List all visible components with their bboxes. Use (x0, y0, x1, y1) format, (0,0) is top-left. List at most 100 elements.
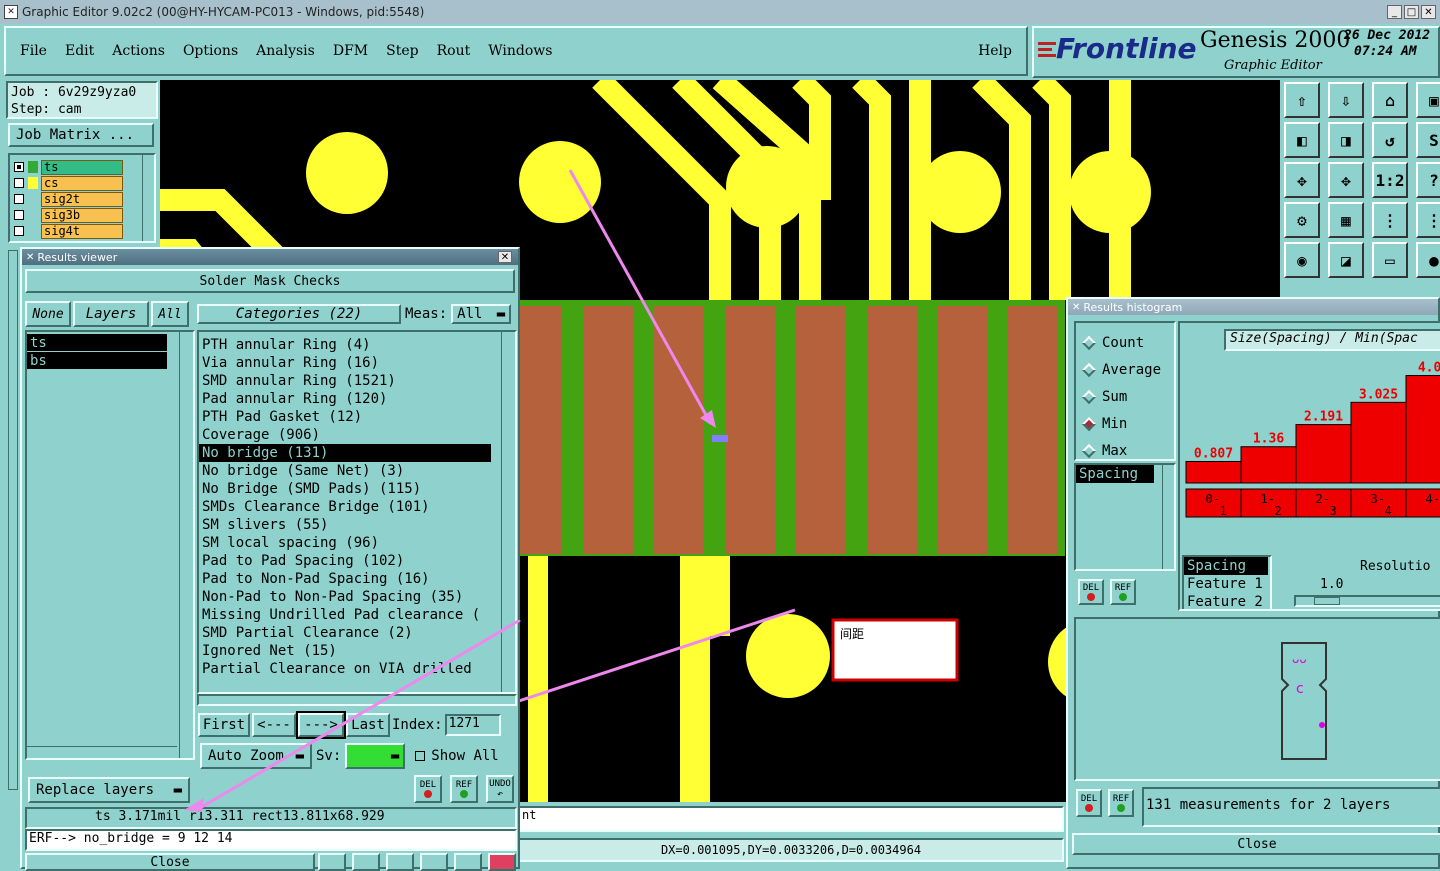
replace-layers-select[interactable]: Replace layers▬ (28, 777, 190, 803)
none-button[interactable]: None (25, 301, 71, 327)
redraw-icon[interactable]: S (1416, 122, 1440, 158)
legend-item[interactable]: Spacing (1184, 557, 1268, 575)
solder-mask-header[interactable]: Solder Mask Checks (25, 269, 515, 293)
radio-icon[interactable] (1082, 416, 1096, 430)
bottom-tool-6-icon[interactable] (488, 853, 516, 871)
radio-icon[interactable] (1082, 443, 1096, 457)
resolution-slider[interactable] (1294, 595, 1440, 607)
all-button[interactable]: All (151, 301, 189, 327)
category-item[interactable]: Via annular Ring (16) (199, 354, 491, 372)
slider-thumb[interactable] (1314, 597, 1340, 605)
zoom-home-icon[interactable]: ⇩ (1328, 82, 1364, 118)
home-view-icon[interactable]: ⇧ (1284, 82, 1320, 118)
category-item[interactable]: PTH Pad Gasket (12) (199, 408, 491, 426)
bottom-tool-1-icon[interactable] (318, 853, 346, 871)
category-item[interactable]: SMDs Clearance Bridge (101) (199, 498, 491, 516)
category-item[interactable]: Pad to Non-Pad Spacing (16) (199, 570, 491, 588)
menu-analysis[interactable]: Analysis (256, 43, 315, 59)
layers-compare-icon[interactable]: ⋮ (1416, 202, 1440, 238)
menu-windows[interactable]: Windows (488, 43, 552, 59)
layer-row[interactable]: sig4t (10, 223, 154, 239)
radio-icon[interactable] (1082, 335, 1096, 349)
layer-name[interactable]: ts (41, 160, 123, 175)
category-item[interactable]: Non-Pad to Non-Pad Spacing (35) (199, 588, 491, 606)
histogram-list-item[interactable]: Spacing (1076, 465, 1154, 483)
bottom-tool-3-icon[interactable] (386, 853, 414, 871)
layer-row[interactable]: sig3b (10, 207, 154, 223)
category-item[interactable]: SM local spacing (96) (199, 534, 491, 552)
bottom-tool-2-icon[interactable] (352, 853, 380, 871)
settings-icon[interactable]: ⚙ (1284, 202, 1320, 238)
layer-checkbox[interactable] (14, 194, 24, 204)
radio-icon[interactable] (1082, 362, 1096, 376)
maximize-icon[interactable]: □ (1404, 5, 1419, 19)
layer-checkbox[interactable] (14, 162, 24, 172)
building-icon[interactable]: ⌂ (1372, 82, 1408, 118)
hist-del-button[interactable]: DEL (1078, 579, 1104, 605)
minimize-icon[interactable]: _ (1387, 5, 1402, 19)
legend-item[interactable]: Feature 1 (1184, 575, 1268, 593)
meas-select[interactable]: All▬ (451, 304, 511, 324)
mode-count[interactable]: Count (1076, 329, 1174, 356)
layers-toggle-icon[interactable]: ⋮ (1372, 202, 1408, 238)
histogram-list-scrollbar[interactable] (1162, 465, 1174, 569)
results-close-button[interactable]: Close (25, 853, 315, 871)
category-item[interactable]: Pad annular Ring (120) (199, 390, 491, 408)
select-icon[interactable]: ◪ (1328, 242, 1364, 278)
center-icon[interactable]: ✥ (1328, 162, 1364, 198)
left-scrollbar[interactable] (8, 250, 18, 790)
layer-scrollbar[interactable] (142, 155, 154, 241)
result-layer-hscroll[interactable] (27, 746, 177, 758)
menu-rout[interactable]: Rout (437, 43, 471, 59)
category-item[interactable]: PTH annular Ring (4) (199, 336, 491, 354)
undo-view-icon[interactable]: ↺ (1372, 122, 1408, 158)
layer-name[interactable]: sig4t (41, 224, 123, 239)
fit-icon[interactable]: ✥ (1284, 162, 1320, 198)
mode-min[interactable]: Min (1076, 410, 1174, 437)
mode-sum[interactable]: Sum (1076, 383, 1174, 410)
help-icon[interactable]: ? (1416, 162, 1440, 198)
category-item[interactable]: Pad to Pad Spacing (102) (199, 552, 491, 570)
hist-del-button-2[interactable]: DEL (1076, 789, 1102, 817)
menu-step[interactable]: Step (386, 43, 418, 59)
category-item[interactable]: No bridge (131) (199, 444, 491, 462)
results-viewer-close-icon[interactable]: ✕ (498, 251, 512, 263)
layer-checkbox[interactable] (14, 210, 24, 220)
scale-icon[interactable]: 1:2 (1372, 162, 1408, 198)
menu-dfm[interactable]: DFM (333, 43, 368, 59)
mode-average[interactable]: Average (1076, 356, 1174, 383)
mode-max[interactable]: Max (1076, 437, 1174, 464)
category-item[interactable]: SM slivers (55) (199, 516, 491, 534)
grid-icon[interactable]: ▦ (1328, 202, 1364, 238)
snap-icon[interactable]: ◉ (1284, 242, 1320, 278)
layer-row[interactable]: cs (10, 175, 154, 191)
close-icon[interactable]: ✕ (1421, 5, 1436, 19)
result-layer-item[interactable]: ts (27, 334, 167, 352)
layers-button[interactable]: Layers (73, 301, 149, 327)
window-icon[interactable]: ▣ (1416, 82, 1440, 118)
layer-name[interactable]: sig2t (41, 192, 123, 207)
categories-button[interactable]: Categories (22) (197, 304, 401, 324)
menu-file[interactable]: File (20, 43, 47, 59)
record-icon[interactable]: ● (1416, 242, 1440, 278)
category-item[interactable]: No Bridge (SMD Pads) (115) (199, 480, 491, 498)
legend-item[interactable]: Feature 2 (1184, 593, 1268, 611)
bottom-tool-4-icon[interactable] (420, 853, 448, 871)
job-matrix-button[interactable]: Job Matrix ... (8, 123, 154, 147)
layer-row[interactable]: sig2t (10, 191, 154, 207)
category-item[interactable]: No bridge (Same Net) (3) (199, 462, 491, 480)
layer-name[interactable]: cs (41, 176, 123, 191)
hist-ref-button[interactable]: REF (1110, 579, 1136, 605)
result-layer-item[interactable]: bs (27, 352, 167, 370)
layer-name[interactable]: sig3b (41, 208, 123, 223)
pan-left-icon[interactable]: ◧ (1284, 122, 1320, 158)
layer-checkbox[interactable] (14, 226, 24, 236)
menu-options[interactable]: Options (183, 43, 238, 59)
menu-edit[interactable]: Edit (65, 43, 94, 59)
category-item[interactable]: SMD annular Ring (1521) (199, 372, 491, 390)
histogram-close-button[interactable]: Close (1072, 833, 1440, 855)
menu-actions[interactable]: Actions (112, 43, 165, 59)
layer-row[interactable]: ts (10, 159, 154, 175)
ruler-icon[interactable]: ▭ (1372, 242, 1408, 278)
help-menu[interactable]: Help (978, 43, 1012, 59)
